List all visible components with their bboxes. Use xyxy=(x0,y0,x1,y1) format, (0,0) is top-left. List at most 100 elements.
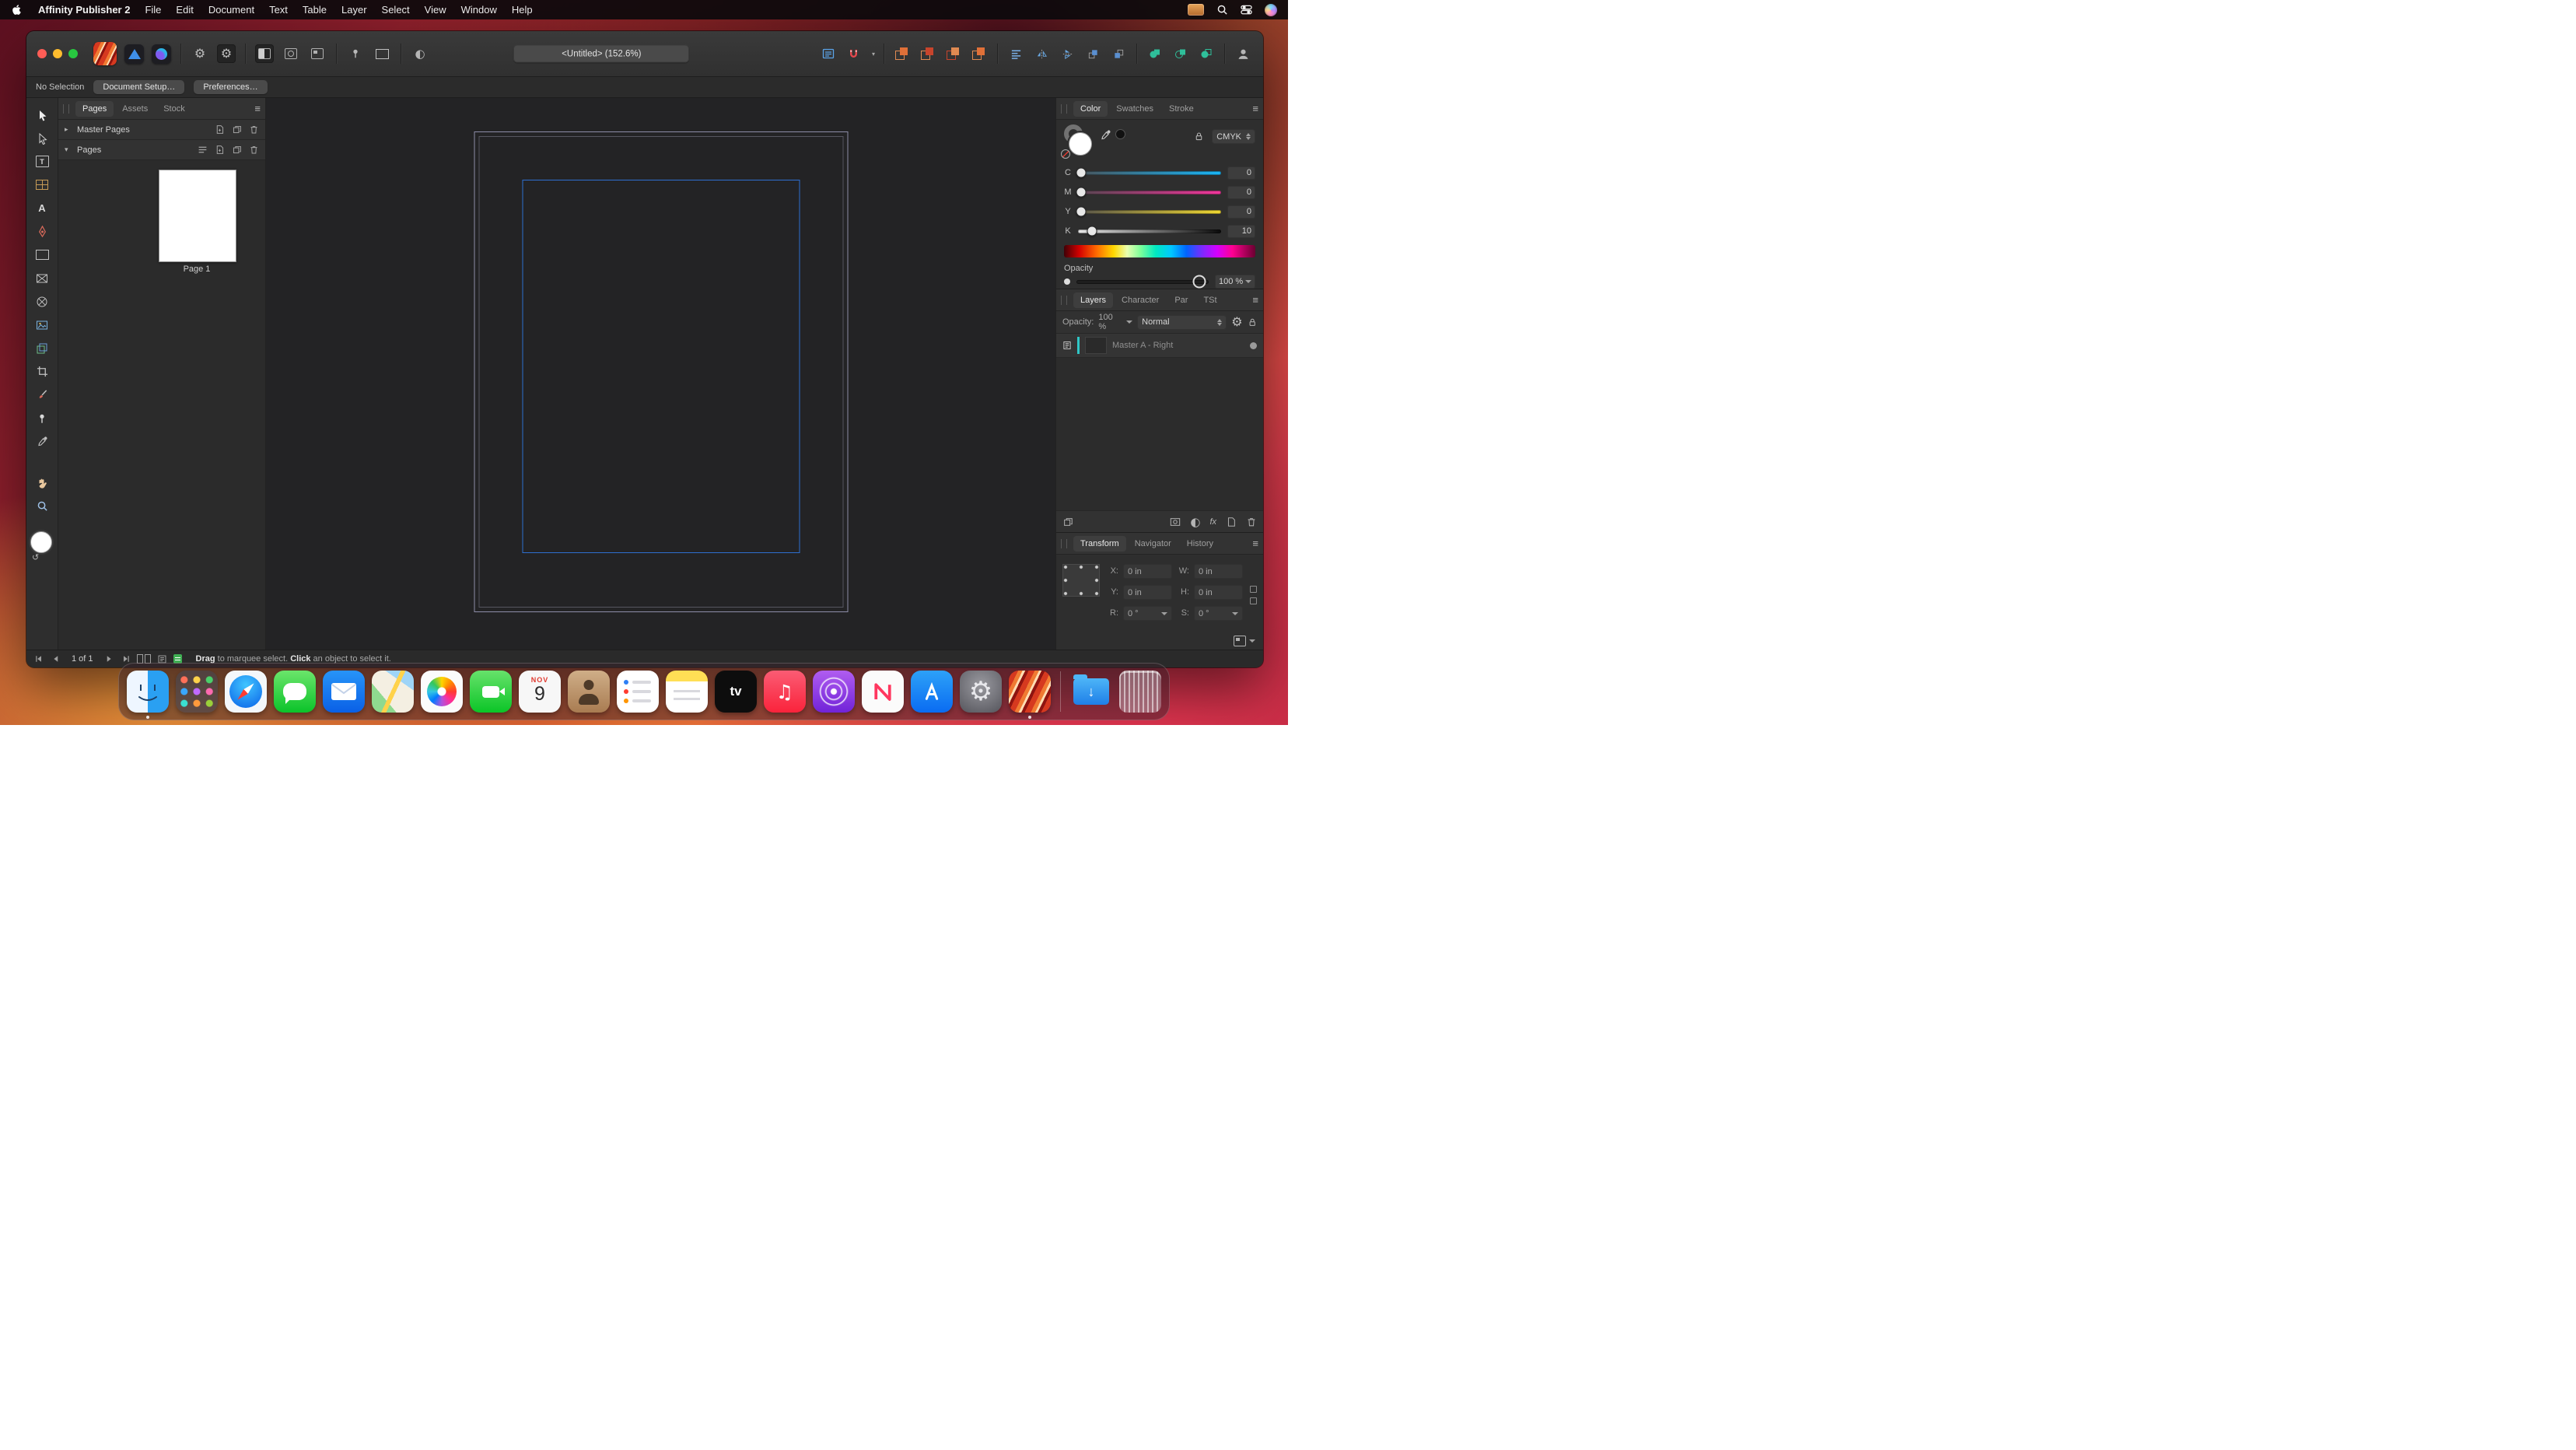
search-icon[interactable] xyxy=(1216,4,1228,16)
panel-menu-icon[interactable]: ≡ xyxy=(1252,103,1258,114)
color-picker-tool[interactable] xyxy=(31,433,53,450)
node-tool[interactable] xyxy=(31,129,53,147)
tab-color[interactable]: Color xyxy=(1073,101,1108,117)
insert-in-front-button[interactable] xyxy=(919,44,937,63)
snapping-dropdown-chevron[interactable]: ▾ xyxy=(872,51,875,58)
pages-section[interactable]: ▾ Pages xyxy=(58,140,265,160)
tab-text-styles[interactable]: TSt xyxy=(1196,292,1223,308)
show-guides-button[interactable] xyxy=(308,44,327,63)
control-center-icon[interactable] xyxy=(1241,4,1252,16)
designer-persona-icon[interactable] xyxy=(124,44,144,64)
yellow-slider[interactable] xyxy=(1078,210,1221,214)
layer-thumbnail[interactable] xyxy=(1085,337,1107,354)
chevron-down-icon[interactable] xyxy=(1126,320,1132,324)
dock-messages[interactable] xyxy=(274,671,316,713)
fill-color-circle[interactable] xyxy=(1069,132,1092,156)
tab-navigator[interactable]: Navigator xyxy=(1128,536,1178,552)
dock-maps[interactable] xyxy=(372,671,414,713)
h-field[interactable]: 0 in xyxy=(1194,585,1243,600)
dock-contacts[interactable] xyxy=(568,671,610,713)
dock-tv[interactable]: tv xyxy=(715,671,757,713)
y-field[interactable]: 0 in xyxy=(1123,585,1172,600)
lock-layer-icon[interactable] xyxy=(1248,317,1257,327)
tab-character[interactable]: Character xyxy=(1115,292,1166,308)
last-page-button[interactable] xyxy=(121,654,131,664)
slider-handle[interactable] xyxy=(1087,226,1097,236)
color-spectrum-bar[interactable] xyxy=(1064,245,1255,257)
dock-appstore[interactable] xyxy=(911,671,953,713)
zoom-button[interactable] xyxy=(68,49,78,58)
tab-stock[interactable]: Stock xyxy=(156,101,192,117)
opacity-slider[interactable] xyxy=(1076,280,1209,284)
dock-facetime[interactable] xyxy=(470,671,512,713)
panel-menu-icon[interactable]: ≡ xyxy=(1252,538,1258,549)
dock-safari[interactable] xyxy=(225,671,267,713)
panel-menu-icon[interactable]: ≡ xyxy=(254,103,261,114)
rectangle-tool[interactable] xyxy=(31,246,53,264)
panel-grip[interactable] xyxy=(1061,104,1067,114)
disclosure-collapsed-icon[interactable]: ▸ xyxy=(65,125,72,134)
preview-mode-button[interactable] xyxy=(255,44,274,63)
artistic-text-tool[interactable]: A xyxy=(31,199,53,217)
menu-table[interactable]: Table xyxy=(303,4,327,16)
flip-horizontal-button[interactable] xyxy=(1032,44,1051,63)
preferences-button[interactable]: Preferences… xyxy=(194,80,267,94)
dock-notes[interactable] xyxy=(666,671,708,713)
page-1-thumbnail[interactable] xyxy=(159,170,236,262)
picture-frame-ellipse-tool[interactable] xyxy=(31,292,53,310)
disclosure-expanded-icon[interactable]: ▾ xyxy=(65,145,72,154)
insert-behind-button[interactable] xyxy=(893,44,912,63)
menu-edit[interactable]: Edit xyxy=(176,4,193,16)
dock-calendar[interactable]: NOV 9 xyxy=(519,671,561,713)
bring-forward-button[interactable] xyxy=(1083,44,1102,63)
duplicate-layer-icon[interactable] xyxy=(1062,517,1073,527)
w-field[interactable]: 0 in xyxy=(1194,564,1243,579)
layer-name[interactable]: Master A - Right xyxy=(1112,341,1173,350)
dock-photos[interactable] xyxy=(421,671,463,713)
frame-properties-button[interactable] xyxy=(373,44,391,63)
menu-text[interactable]: Text xyxy=(269,4,288,16)
dock-downloads[interactable]: ↓ xyxy=(1070,671,1112,713)
mask-layer-icon[interactable] xyxy=(1170,517,1181,527)
blend-options-gear-icon[interactable]: ⚙ xyxy=(1231,316,1242,328)
duplicate-page-icon[interactable] xyxy=(232,145,242,155)
add-master-page-icon[interactable] xyxy=(215,124,225,135)
minimize-button[interactable] xyxy=(53,49,62,58)
cyan-value[interactable]: 0 xyxy=(1227,166,1255,180)
slider-handle[interactable] xyxy=(1076,187,1087,198)
document-setup-button[interactable]: Document Setup… xyxy=(93,80,184,94)
tab-pages[interactable]: Pages xyxy=(75,101,114,117)
dock-music[interactable]: ♫ xyxy=(764,671,806,713)
magenta-value[interactable]: 0 xyxy=(1227,186,1255,199)
dock-launchpad[interactable] xyxy=(176,671,218,713)
flip-vertical-button[interactable] xyxy=(1058,44,1076,63)
insert-inside-button[interactable] xyxy=(944,44,963,63)
dock-podcasts[interactable] xyxy=(813,671,855,713)
alignment-button[interactable] xyxy=(1006,44,1025,63)
delete-layer-icon[interactable] xyxy=(1246,517,1257,527)
first-page-button[interactable] xyxy=(34,654,44,664)
menu-layer[interactable]: Layer xyxy=(341,4,367,16)
snapping-button[interactable] xyxy=(845,44,863,63)
text-flow-button[interactable] xyxy=(819,44,838,63)
dock-affinity-publisher[interactable] xyxy=(1009,671,1051,713)
link-dimensions-icons[interactable] xyxy=(1249,561,1257,629)
swap-colors-icon[interactable]: ↺ xyxy=(32,552,39,562)
chevron-down-icon[interactable] xyxy=(1232,612,1238,615)
settings-gear-icon[interactable]: ⚙ xyxy=(191,44,209,63)
dock-finder[interactable] xyxy=(127,671,169,713)
layered-pages-tool[interactable] xyxy=(31,339,53,357)
x-field[interactable]: 0 in xyxy=(1123,564,1172,579)
menubar-app-name[interactable]: Affinity Publisher 2 xyxy=(38,4,130,16)
menu-file[interactable]: File xyxy=(145,4,161,16)
adjustment-layer-icon[interactable]: ◐ xyxy=(1190,515,1200,529)
tab-swatches[interactable]: Swatches xyxy=(1109,101,1160,117)
view-hand-tool[interactable] xyxy=(31,474,53,492)
panel-grip[interactable] xyxy=(1061,296,1067,305)
layers-opacity-value[interactable]: 100 % xyxy=(1098,313,1122,331)
tab-paragraph[interactable]: Par xyxy=(1167,292,1195,308)
panel-grip[interactable] xyxy=(1061,539,1067,548)
vector-brush-tool[interactable] xyxy=(31,386,53,404)
frame-text-tool[interactable]: T xyxy=(31,152,53,170)
geometry-intersect-button[interactable] xyxy=(1197,44,1216,63)
